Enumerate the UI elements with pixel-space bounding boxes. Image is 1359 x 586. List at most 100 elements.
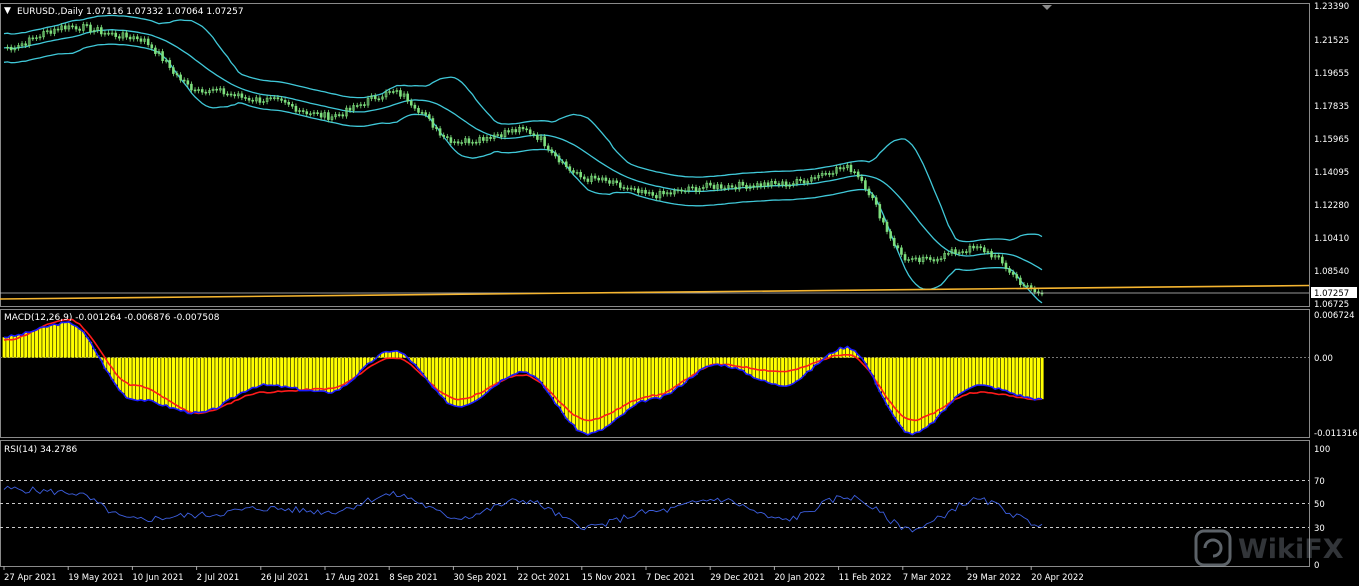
candle-body: [849, 164, 853, 173]
candle-body: [474, 141, 478, 144]
date-label: 15 Nov 2021: [582, 573, 636, 583]
bollinger-middle-band: [3, 29, 1043, 271]
macd-histogram-bar: [964, 357, 968, 391]
candle-body: [918, 257, 921, 263]
macd-histogram-bar: [424, 357, 428, 378]
date-label: 11 Feb 2022: [839, 573, 892, 583]
rsi-line: [3, 485, 1043, 533]
candle-body: [489, 137, 492, 139]
macd-histogram-bar: [636, 357, 640, 403]
candle-body: [49, 30, 53, 34]
candle-body: [990, 251, 993, 258]
candle-body: [637, 188, 640, 193]
macd-histogram-bar: [42, 326, 46, 358]
candle-body: [633, 188, 637, 191]
macd-histogram-bar: [528, 357, 532, 375]
candle-body: [186, 80, 190, 85]
macd-histogram-bar: [280, 357, 284, 388]
candle-body: [258, 97, 262, 103]
macd-histogram-bar: [427, 357, 431, 383]
macd-histogram-bar: [153, 357, 157, 403]
macd-histogram-bar: [125, 357, 129, 398]
shift-marker-icon[interactable]: [1042, 5, 1052, 10]
macd-histogram-bar: [316, 357, 320, 392]
candle-body: [100, 27, 103, 35]
macd-histogram-bar: [200, 357, 204, 412]
macd-histogram-bar: [193, 357, 197, 412]
candle-body: [280, 98, 283, 101]
candle-body: [1004, 262, 1008, 269]
candle-body: [85, 24, 89, 26]
macd-histogram-bar: [236, 357, 240, 395]
price-label: 1.14095: [1314, 168, 1349, 178]
candle-body: [557, 155, 561, 163]
candle-body: [878, 204, 882, 219]
macd-histogram-bar: [435, 357, 439, 391]
macd-histogram-bar: [71, 324, 75, 358]
candle-body: [629, 187, 633, 190]
candle-body: [139, 38, 143, 42]
macd-histogram-bar: [499, 357, 503, 381]
candle-body: [871, 194, 874, 199]
macd-histogram-bar: [910, 357, 914, 435]
candle-body: [435, 127, 438, 129]
candle-body: [932, 259, 936, 262]
macd-histogram-bar: [954, 357, 958, 398]
macd-histogram: [2, 321, 1044, 435]
candle-body: [892, 237, 896, 246]
candle-body: [773, 181, 777, 184]
candle-body: [712, 184, 716, 189]
candle-body: [525, 128, 528, 131]
macd-histogram-bar: [842, 348, 846, 358]
macd-histogram-bar: [993, 357, 997, 390]
macd-histogram-bar: [593, 357, 597, 433]
macd-histogram-bar: [575, 357, 579, 431]
price-label: 1.23390: [1314, 2, 1349, 12]
candle-body: [900, 247, 903, 255]
macd-histogram-bar: [701, 357, 705, 369]
date-label: 2 Jul 2021: [197, 573, 240, 583]
candle-body: [222, 88, 226, 95]
candle-body: [777, 183, 781, 186]
panel-dropdown-icon[interactable]: ▼: [4, 6, 11, 16]
macd-histogram-bar: [312, 357, 316, 392]
macd-histogram-bar: [525, 357, 529, 373]
date-label: 22 Oct 2021: [518, 573, 571, 583]
candle-body: [74, 26, 78, 30]
macd-histogram-bar: [226, 357, 230, 401]
macd-histogram-bar: [258, 357, 262, 386]
macd-histogram-bar: [9, 335, 13, 358]
date-label: 20 Jan 2022: [774, 573, 825, 583]
macd-histogram-bar: [67, 321, 71, 358]
candle-body: [438, 128, 442, 136]
macd-histogram-bar: [247, 357, 251, 390]
macd-histogram-bar: [514, 357, 518, 374]
macd-histogram-bar: [388, 352, 392, 358]
date-label: 29 Dec 2021: [710, 573, 764, 583]
macd-histogram-bar: [1026, 357, 1030, 398]
macd-histogram-bar: [990, 357, 994, 387]
candle-body: [283, 100, 287, 103]
macd-histogram-bar: [536, 357, 540, 379]
macd-histogram-bar: [532, 357, 536, 376]
candle-body: [391, 91, 395, 93]
candle-body: [9, 46, 13, 51]
macd-histogram-bar: [943, 357, 947, 411]
candle-body: [355, 105, 359, 107]
macd-histogram-bar: [305, 357, 309, 391]
macd-histogram-bar: [705, 357, 709, 367]
candle-body: [622, 187, 626, 189]
candle-body: [662, 190, 665, 195]
macd-histogram-bar: [283, 357, 287, 387]
macd-histogram-bar: [27, 332, 31, 358]
candle-body: [136, 36, 139, 40]
candle-body: [965, 251, 968, 253]
candle-body: [500, 134, 503, 137]
candle-body: [337, 114, 341, 116]
macd-histogram-bar: [654, 357, 658, 398]
macd-histogram-bar: [748, 357, 752, 375]
macd-histogram-bar: [521, 357, 525, 373]
macd-axis-label: 0.006724: [1314, 311, 1355, 321]
macd-histogram-bar: [759, 357, 763, 381]
candle-body: [1008, 268, 1011, 273]
